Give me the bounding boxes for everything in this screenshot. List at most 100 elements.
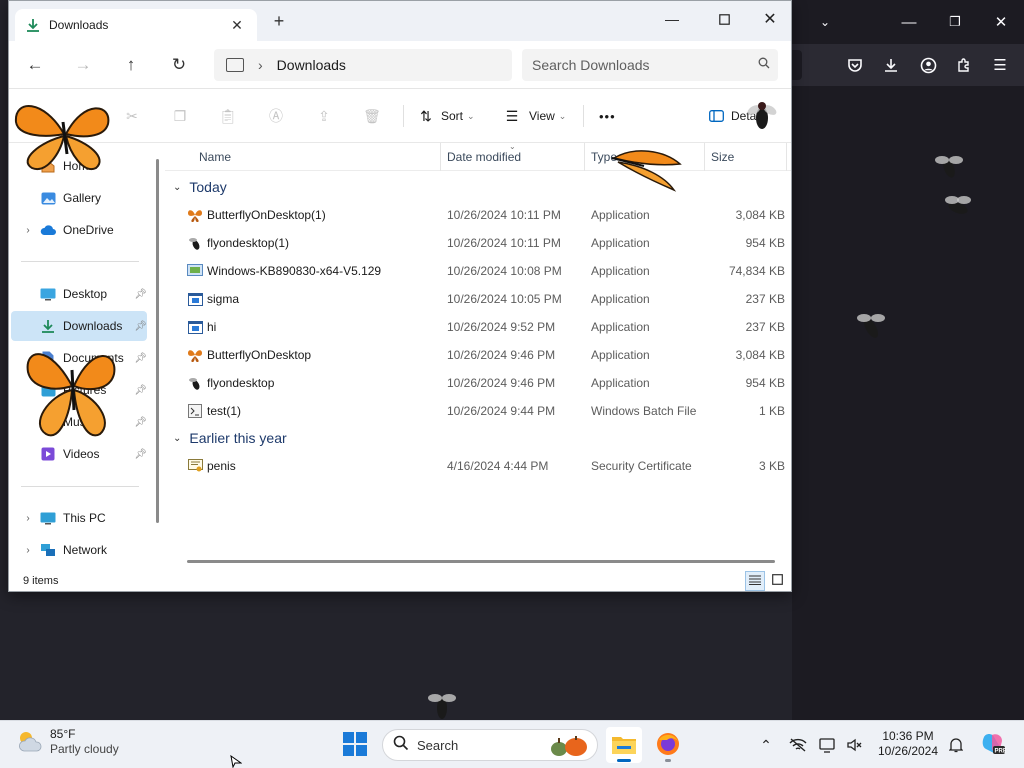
file-type: Application [591, 376, 650, 390]
details-view-button[interactable] [745, 571, 765, 591]
column-separator[interactable] [440, 143, 441, 171]
taskbar-search[interactable]: Search [382, 729, 598, 761]
divider [403, 105, 404, 127]
sidebar-item-desktop[interactable]: Desktop 📌︎ [11, 279, 147, 309]
chevron-right-icon[interactable]: › [21, 513, 35, 524]
refresh-icon[interactable]: ↻ [165, 53, 193, 77]
menu-icon[interactable]: ☰ [987, 52, 1013, 78]
weather-widget[interactable]: 85°F Partly cloudy [16, 727, 119, 757]
search-box[interactable]: Search Downloads [522, 49, 778, 81]
downloads-icon[interactable] [878, 52, 904, 78]
item-count: 9 items [23, 575, 59, 587]
paste-icon: 📋︎ [219, 107, 237, 124]
sort-button[interactable]: ⇅ Sort ⌄ [417, 105, 474, 127]
butterfly-app-icon [187, 347, 203, 363]
sidebar-item-onedrive[interactable]: › OneDrive [11, 215, 147, 245]
file-name: Windows-KB890830-x64-V5.129 [207, 264, 382, 278]
file-explorer-window: Downloads ✕ + — ✕ ← → ↑ ↻ › Downloads Se… [8, 0, 792, 592]
file-row[interactable]: penis 4/16/2024 4:44 PM Security Certifica… [165, 452, 791, 480]
copilot-icon[interactable]: PRE [980, 731, 1006, 757]
delete-button[interactable]: 🗑︎ [363, 105, 381, 127]
column-header: Name Date modified ⌄ Type Size [165, 142, 791, 171]
tab-downloads[interactable]: Downloads ✕ [15, 9, 257, 41]
sidebar-item-this-pc[interactable]: › This PC [11, 503, 147, 533]
show-hidden-icons-icon[interactable]: ⌃ [756, 735, 776, 755]
see-more-button[interactable]: ••• [599, 105, 616, 127]
column-separator[interactable] [584, 143, 585, 171]
chevron-right-icon[interactable]: › [21, 225, 35, 236]
taskbar-file-explorer[interactable] [606, 727, 642, 763]
pin-icon[interactable]: 📌︎ [134, 353, 147, 364]
up-icon[interactable]: ↑ [117, 53, 145, 77]
view-label: View [529, 109, 555, 123]
file-row[interactable]: hi 10/26/2024 9:52 PM Application 237 KB [165, 313, 791, 341]
file-row[interactable]: ButterflyOnDesktop 10/26/2024 9:46 PM Appl… [165, 341, 791, 369]
videos-icon [39, 446, 57, 462]
forward-icon[interactable]: → [69, 53, 97, 77]
column-date-modified[interactable]: Date modified [447, 150, 521, 164]
back-icon[interactable]: ← [21, 53, 49, 77]
horizontal-scrollbar[interactable] [187, 560, 775, 563]
paste-button[interactable]: 📋︎ [219, 105, 237, 127]
chevron-right-icon[interactable]: › [258, 57, 263, 73]
chevron-right-icon[interactable]: › [21, 545, 35, 556]
pocket-icon[interactable] [842, 52, 868, 78]
minimize-icon[interactable]: — [649, 5, 695, 33]
close-icon[interactable]: ✕ [988, 9, 1014, 35]
breadcrumb-downloads[interactable]: Downloads [277, 57, 346, 73]
file-row[interactable]: flyondesktop 10/26/2024 9:46 PM Applicatio… [165, 369, 791, 397]
close-icon[interactable]: ✕ [747, 5, 791, 33]
rename-button[interactable]: Ⓐ [267, 105, 285, 127]
cut-icon: ✂ [126, 107, 138, 124]
pin-icon[interactable]: 📌︎ [134, 385, 147, 396]
sidebar-item-gallery[interactable]: Gallery [11, 183, 147, 213]
notification-bell-icon[interactable] [946, 735, 966, 755]
minimize-icon[interactable]: — [896, 9, 922, 35]
copy-button[interactable]: ❐ [171, 105, 189, 127]
cut-button[interactable]: ✂ [123, 105, 141, 127]
pin-icon[interactable]: 📌︎ [134, 321, 147, 332]
view-button[interactable]: ☰ View ⌄ [503, 105, 567, 127]
file-row[interactable]: Windows-KB890830-x64-V5.129 10/26/2024 10… [165, 257, 791, 285]
start-button[interactable] [342, 731, 368, 757]
volume-muted-icon[interactable] [845, 735, 865, 755]
pin-icon[interactable]: 📌︎ [134, 449, 147, 460]
column-separator[interactable] [786, 143, 787, 171]
restore-icon[interactable]: ❐ [942, 9, 968, 35]
new-tab-icon[interactable]: + [267, 11, 291, 32]
sort-label: Sort [441, 109, 464, 123]
system-clock[interactable]: 10:36 PM 10/26/2024 [872, 729, 944, 759]
file-row[interactable]: sigma 10/26/2024 10:05 PM Application 237 K… [165, 285, 791, 313]
column-size[interactable]: Size [711, 150, 734, 164]
file-name: sigma [207, 292, 240, 306]
file-row[interactable]: test(1) 10/26/2024 9:44 PM Windows Batch F… [165, 397, 791, 425]
search-icon[interactable] [758, 57, 770, 72]
file-row[interactable]: flyondesktop(1) 10/26/2024 10:11 PM Applic… [165, 229, 791, 257]
pin-icon[interactable]: 📌︎ [134, 417, 147, 428]
group-header-earlier[interactable]: ⌄ Earlier this year [173, 426, 287, 450]
file-row[interactable]: ButterflyOnDesktop(1) 10/26/2024 10:11 PM… [165, 201, 791, 229]
list-all-tabs-icon[interactable]: ⌄ [812, 9, 838, 35]
group-header-today[interactable]: ⌄ Today [173, 175, 227, 199]
extensions-icon[interactable] [951, 52, 977, 78]
close-tab-icon[interactable]: ✕ [227, 17, 247, 34]
sidebar-scrollbar[interactable] [156, 159, 159, 523]
share-button[interactable]: ⇪ [315, 105, 333, 127]
taskbar-firefox[interactable] [650, 727, 686, 763]
chevron-down-icon: ⌄ [173, 432, 182, 444]
account-icon[interactable] [915, 52, 941, 78]
firefox-urlbar-edge[interactable] [792, 50, 802, 80]
divider [583, 105, 584, 127]
search-placeholder: Search Downloads [532, 57, 650, 73]
large-icons-view-button[interactable] [767, 571, 787, 591]
sidebar-item-network[interactable]: › Network [11, 535, 147, 565]
file-list: Name Date modified ⌄ Type Size ⌄ Today B… [165, 142, 791, 569]
network-disconnected-icon[interactable] [788, 735, 808, 755]
display-icon[interactable] [818, 735, 838, 755]
file-date-modified: 10/26/2024 9:46 PM [447, 376, 556, 390]
maximize-icon[interactable] [701, 5, 747, 33]
column-separator[interactable] [704, 143, 705, 171]
column-name[interactable]: Name [199, 150, 231, 164]
pin-icon[interactable]: 📌︎ [134, 289, 147, 300]
address-bar[interactable]: › Downloads [214, 49, 512, 81]
